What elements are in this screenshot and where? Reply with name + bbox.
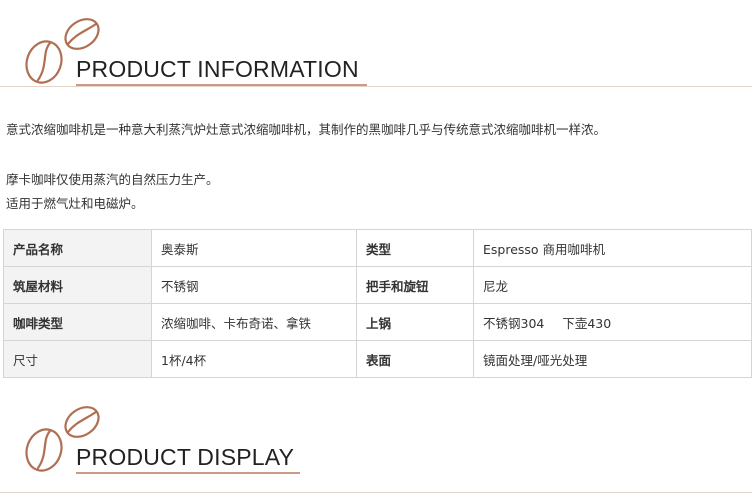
spec-value: 浓缩咖啡、卡布奇诺、拿铁 [151, 303, 357, 341]
table-row: 尺寸 1杯/4杯 表面 镜面处理/哑光处理 [3, 340, 752, 378]
spec-key: 筑屋材料 [3, 266, 152, 304]
table-row: 咖啡类型 浓缩咖啡、卡布奇诺、拿铁 上锅 不锈钢304 下壶430 [3, 303, 752, 341]
spec-key: 类型 [356, 229, 474, 267]
spec-value-part: 不锈钢304 [483, 315, 545, 331]
spec-value: 尼龙 [473, 266, 752, 304]
intro-text: 摩卡咖啡仅使用蒸汽的自然压力生产。 [6, 172, 219, 187]
spec-key: 表面 [356, 340, 474, 378]
spec-value: Espresso 商用咖啡机 [473, 229, 752, 267]
spec-value-part: 下壶430 [562, 315, 612, 331]
spec-table: 产品名称 奥泰斯 类型 Espresso 商用咖啡机 筑屋材料 不锈钢 把手和旋… [3, 229, 752, 378]
spec-key: 产品名称 [3, 229, 152, 267]
table-row: 筑屋材料 不锈钢 把手和旋钮 尼龙 [3, 266, 752, 304]
spec-key: 咖啡类型 [3, 303, 152, 341]
spec-value: 不锈钢 [151, 266, 357, 304]
spec-key: 上锅 [356, 303, 474, 341]
spec-value: 镜面处理/哑光处理 [473, 340, 752, 378]
spec-key: 尺寸 [3, 340, 152, 378]
product-information-header: PRODUCT INFORMATION [0, 10, 752, 90]
divider [0, 86, 752, 87]
title-underline [76, 472, 300, 474]
divider [0, 492, 752, 493]
intro-text: 适用于燃气灶和电磁炉。 [6, 196, 144, 211]
spec-key: 把手和旋钮 [356, 266, 474, 304]
spec-value: 奥泰斯 [151, 229, 357, 267]
intro-text: 意式浓缩咖啡机是一种意大利蒸汽炉灶意式浓缩咖啡机，其制作的黑咖啡几乎与传统意式浓… [6, 122, 607, 137]
section-title: PRODUCT INFORMATION [76, 56, 359, 82]
section-title: PRODUCT DISPLAY [76, 444, 295, 470]
spec-value: 不锈钢304 下壶430 [473, 303, 752, 341]
table-row: 产品名称 奥泰斯 类型 Espresso 商用咖啡机 [3, 229, 752, 267]
product-display-header: PRODUCT DISPLAY [0, 398, 752, 478]
spec-value: 1杯/4杯 [151, 340, 357, 378]
